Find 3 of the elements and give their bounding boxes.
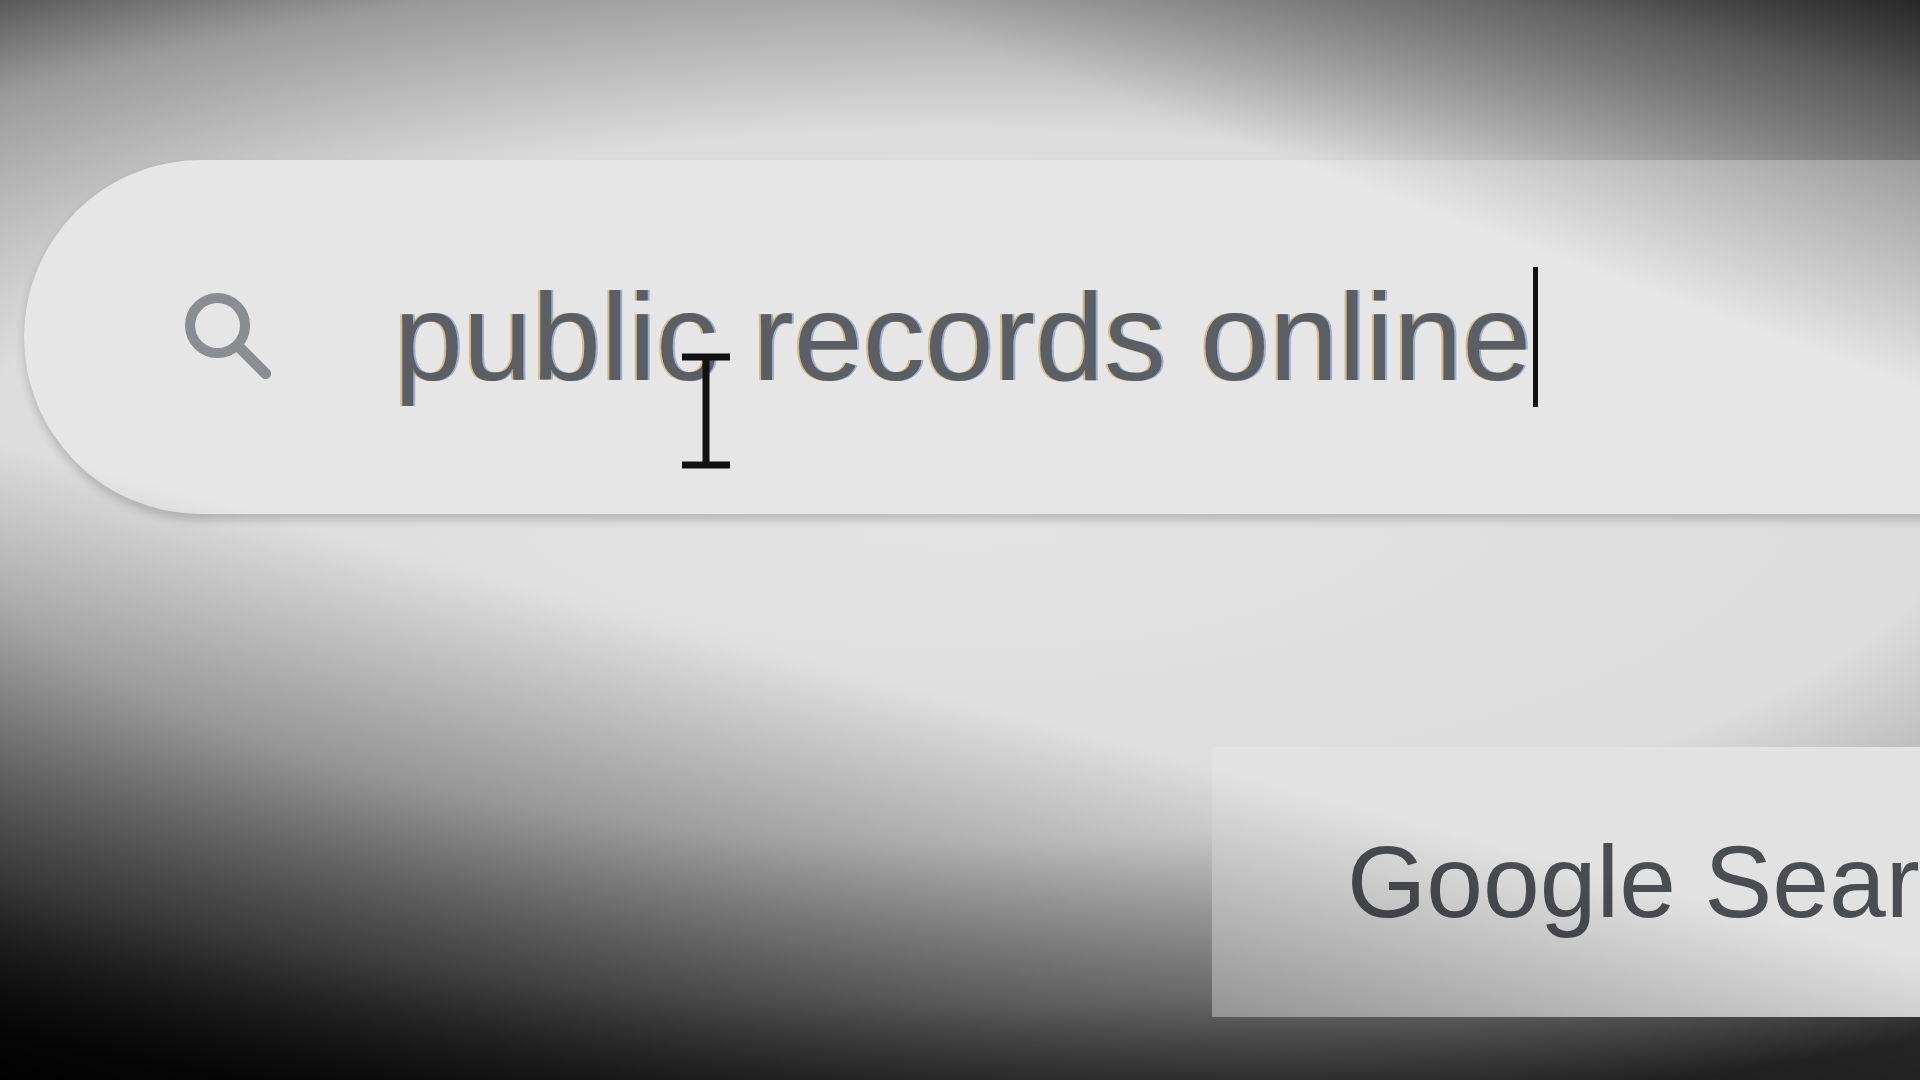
- search-button[interactable]: Google Sear: [1212, 747, 1920, 1017]
- search-query: public records online: [394, 267, 1532, 408]
- search-bar[interactable]: public records online: [24, 160, 1920, 514]
